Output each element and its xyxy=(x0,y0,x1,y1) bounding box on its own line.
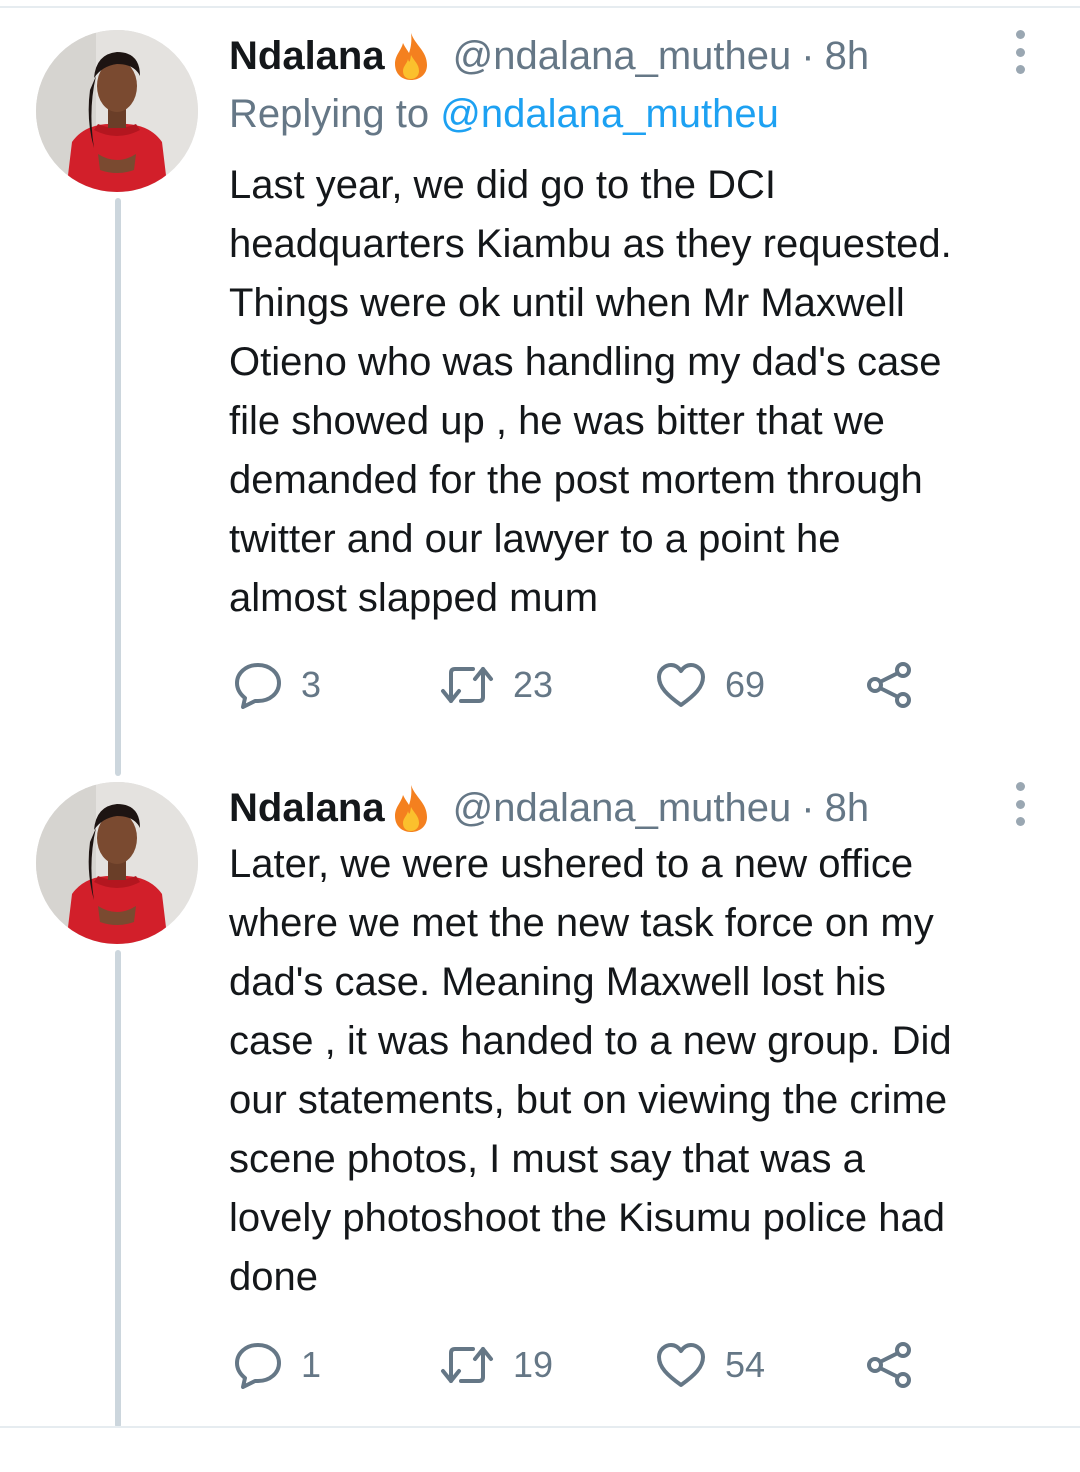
flame-icon xyxy=(391,31,431,81)
reply-button[interactable]: 1 xyxy=(233,1340,321,1390)
text-line: lovely photoshoot the Kisumu police had xyxy=(229,1196,946,1240)
text-line: headquarters Kiambu as they requested. xyxy=(229,222,952,266)
text-line: Things were ok until when Mr Maxwell xyxy=(229,281,905,325)
timestamp[interactable]: 8h xyxy=(825,786,870,831)
replying-to: Replying to @ndalana_mutheu xyxy=(229,92,779,137)
like-button[interactable]: 54 xyxy=(655,1340,765,1390)
share-icon xyxy=(867,1342,911,1388)
tweet-header: Ndalana @ndalana_mutheu · 8h xyxy=(229,28,1080,84)
heart-icon xyxy=(657,663,705,707)
text-line: Last year, we did go to the DCI xyxy=(229,163,776,207)
replying-label: Replying to xyxy=(229,92,430,136)
reply-count: 3 xyxy=(301,664,322,705)
retweet-icon xyxy=(441,667,493,703)
text-line: done xyxy=(229,1255,318,1299)
text-line: demanded for the post mortem through xyxy=(229,458,923,502)
retweet-button[interactable]: 19 xyxy=(439,1340,553,1390)
text-line: our statements, but on viewing the crime xyxy=(229,1078,948,1122)
tweet-text: Last year, we did go to the DCI headquar… xyxy=(229,156,1059,628)
retweet-count: 23 xyxy=(513,664,554,705)
text-line: file showed up , he was bitter that we xyxy=(229,399,885,443)
text-line: Otieno who was handling my dad's case xyxy=(229,340,942,384)
retweet-button[interactable]: 23 xyxy=(439,660,553,710)
tweet[interactable]: Ndalana @ndalana_mutheu · 8h Replying to… xyxy=(0,0,1080,770)
handle[interactable]: @ndalana_mutheu xyxy=(453,34,792,79)
heart-icon xyxy=(657,1343,705,1387)
display-name[interactable]: Ndalana xyxy=(229,786,385,831)
timestamp[interactable]: 8h xyxy=(825,34,870,79)
text-line: twitter and our lawyer to a point he xyxy=(229,517,841,561)
share-button[interactable] xyxy=(865,660,915,710)
text-line: dad's case. Meaning Maxwell lost his xyxy=(229,960,886,1004)
text-line: where we met the new task force on my xyxy=(229,901,934,945)
share-button[interactable] xyxy=(865,1340,915,1390)
flame-icon xyxy=(391,783,431,833)
display-name[interactable]: Ndalana xyxy=(229,34,385,79)
reply-icon xyxy=(235,1343,281,1389)
tweet-header: Ndalana @ndalana_mutheu · 8h xyxy=(229,780,1080,836)
text-line: scene photos, I must say that was a xyxy=(229,1137,865,1181)
like-count: 69 xyxy=(725,664,766,705)
share-icon xyxy=(867,662,911,708)
separator-dot: · xyxy=(801,785,815,830)
reply-count: 1 xyxy=(301,1344,322,1385)
tweet-text: Later, we were ushered to a new office w… xyxy=(229,835,1059,1307)
bottom-divider xyxy=(0,1426,1080,1428)
action-bar: 1 19 54 xyxy=(229,1340,949,1390)
tweet[interactable]: Ndalana @ndalana_mutheu · 8h Later, we w… xyxy=(0,752,1080,1428)
like-count: 54 xyxy=(725,1344,766,1385)
separator-dot: · xyxy=(801,33,815,78)
reply-icon xyxy=(235,663,281,709)
text-line: almost slapped mum xyxy=(229,576,599,620)
retweet-icon xyxy=(441,1347,493,1383)
avatar[interactable] xyxy=(36,30,198,192)
mention-link[interactable]: @ndalana_mutheu xyxy=(440,92,779,136)
reply-button[interactable]: 3 xyxy=(233,660,321,710)
more-vertical-icon[interactable] xyxy=(1010,30,1030,74)
text-line: case , it was handed to a new group. Did xyxy=(229,1019,952,1063)
more-vertical-icon[interactable] xyxy=(1010,782,1030,826)
handle[interactable]: @ndalana_mutheu xyxy=(453,786,792,831)
text-line: Later, we were ushered to a new office xyxy=(229,842,914,886)
retweet-count: 19 xyxy=(513,1344,554,1385)
avatar[interactable] xyxy=(36,782,198,944)
like-button[interactable]: 69 xyxy=(655,660,765,710)
action-bar: 3 23 69 xyxy=(229,660,949,710)
